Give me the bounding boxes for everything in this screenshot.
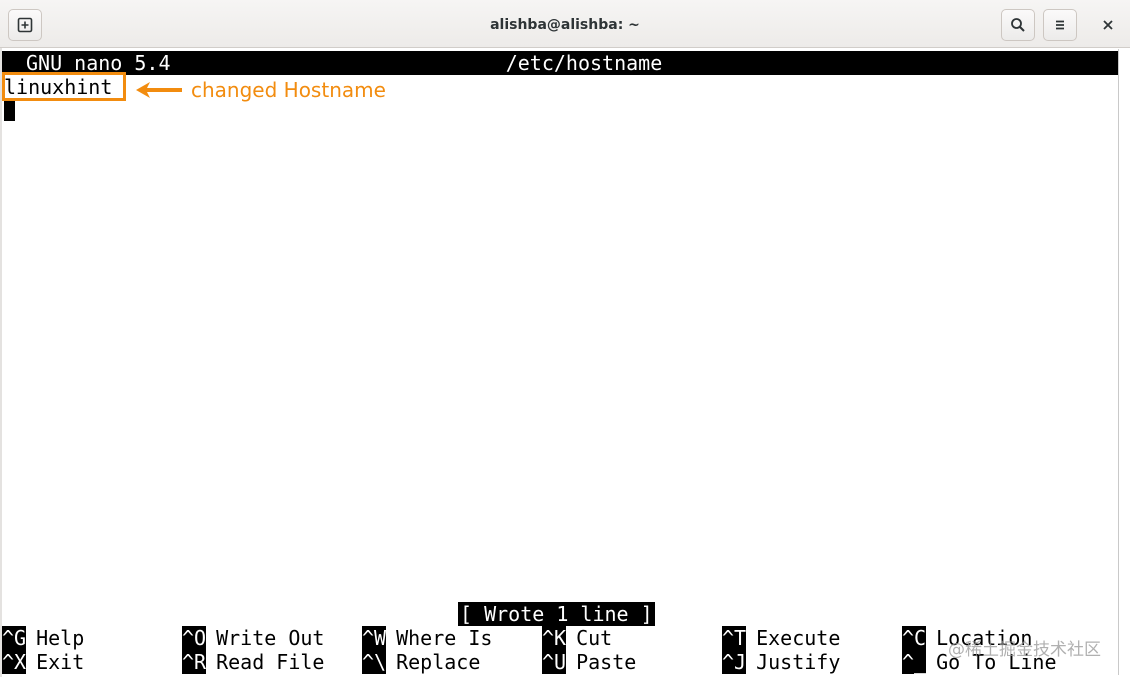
shortcut-label: Where Is (396, 626, 493, 650)
shortcut-exit[interactable]: ^X Exit (2, 650, 84, 674)
shortcut-key: ^T (722, 626, 747, 650)
shortcut-label: Cut (576, 626, 613, 650)
status-message: [ Wrote 1 line ] (458, 602, 655, 626)
shortcut-where-is[interactable]: ^W Where Is (362, 626, 492, 650)
shortcut-label: Exit (36, 650, 85, 674)
scrollbar-track[interactable] (1118, 49, 1119, 675)
terminal-area[interactable]: GNU nano 5.4 /etc/hostname linuxhint cha… (2, 49, 1118, 675)
shortcut-label: Write Out (216, 626, 325, 650)
shortcut-write-out[interactable]: ^O Write Out (182, 626, 324, 650)
close-icon (1103, 20, 1113, 30)
menu-button[interactable] (1043, 9, 1077, 41)
shortcut-key: ^_ (902, 650, 927, 674)
shortcut-read-file[interactable]: ^R Read File (182, 650, 324, 674)
nano-header: GNU nano 5.4 /etc/hostname (2, 51, 1118, 75)
shortcut-key: ^G (2, 626, 27, 650)
shortcut-replace[interactable]: ^\ Replace (362, 650, 480, 674)
shortcut-label: Replace (396, 650, 481, 674)
shortcut-key: ^W (362, 626, 387, 650)
shortcut-key: ^K (542, 626, 567, 650)
shortcut-label: Execute (756, 626, 841, 650)
window-title: alishba@alishba: ~ (490, 17, 640, 33)
close-button[interactable] (1092, 9, 1124, 41)
shortcut-label: Justify (756, 650, 841, 674)
shortcut-key: ^O (182, 626, 207, 650)
shortcut-key: ^R (182, 650, 207, 674)
highlight-box (2, 72, 126, 101)
shortcut-key: ^J (722, 650, 747, 674)
shortcut-paste[interactable]: ^U Paste (542, 650, 636, 674)
shortcut-key: ^U (542, 650, 567, 674)
shortcut-execute[interactable]: ^T Execute (722, 626, 840, 650)
shortcut-justify[interactable]: ^J Justify (722, 650, 840, 674)
shortcut-key: ^\ (362, 650, 387, 674)
window-titlebar: alishba@alishba: ~ (0, 0, 1130, 48)
shortcut-cut[interactable]: ^K Cut (542, 626, 612, 650)
shortcut-key: ^X (2, 650, 27, 674)
annotation-label: changed Hostname (191, 78, 386, 102)
text-cursor (4, 101, 15, 121)
search-icon (1011, 18, 1025, 32)
shortcut-key: ^C (902, 626, 927, 650)
shortcut-label: Read File (216, 650, 325, 674)
hamburger-menu-icon (1056, 20, 1064, 30)
shortcut-help[interactable]: ^G Help (2, 626, 84, 650)
watermark: @稀土掘金技术社区 (948, 640, 1101, 660)
shortcut-label: Help (36, 626, 85, 650)
shortcut-label: Paste (576, 650, 637, 674)
arrow-left-icon (136, 82, 182, 98)
nano-filename: /etc/hostname (505, 51, 663, 75)
search-button[interactable] (1001, 9, 1035, 41)
